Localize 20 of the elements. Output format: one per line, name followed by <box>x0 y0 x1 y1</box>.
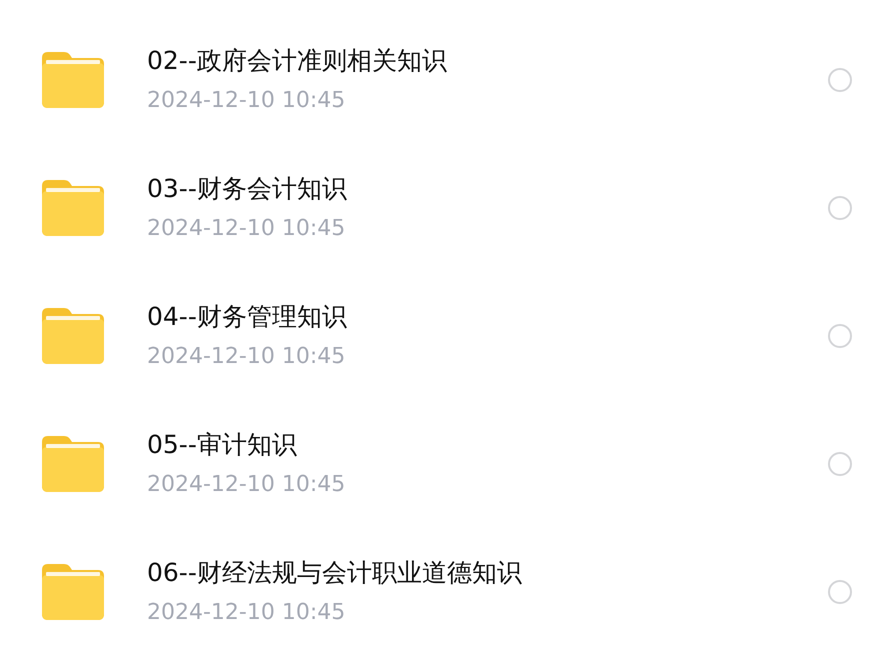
folder-date: 2024-12-10 10:45 <box>147 87 346 115</box>
folder-name: 03--财务会计知识 <box>147 173 348 205</box>
folder-name: 06--财经法规与会计职业道德知识 <box>147 557 523 589</box>
select-radio[interactable] <box>828 68 852 92</box>
folder-name: 02--政府会计准则相关知识 <box>147 45 448 77</box>
select-radio[interactable] <box>828 324 852 348</box>
folder-name: 05--审计知识 <box>147 429 298 461</box>
folder-icon <box>42 52 104 108</box>
folder-icon <box>42 308 104 364</box>
folder-icon <box>42 180 104 236</box>
folder-date: 2024-12-10 10:45 <box>147 343 346 371</box>
folder-name: 04--财务管理知识 <box>147 301 348 333</box>
folder-icon <box>42 436 104 492</box>
folder-date: 2024-12-10 10:45 <box>147 599 346 627</box>
select-radio[interactable] <box>828 452 852 476</box>
folder-date: 2024-12-10 10:45 <box>147 471 346 499</box>
folder-icon <box>42 564 104 620</box>
folder-date: 2024-12-10 10:45 <box>147 215 346 243</box>
select-radio[interactable] <box>828 196 852 220</box>
select-radio[interactable] <box>828 580 852 604</box>
